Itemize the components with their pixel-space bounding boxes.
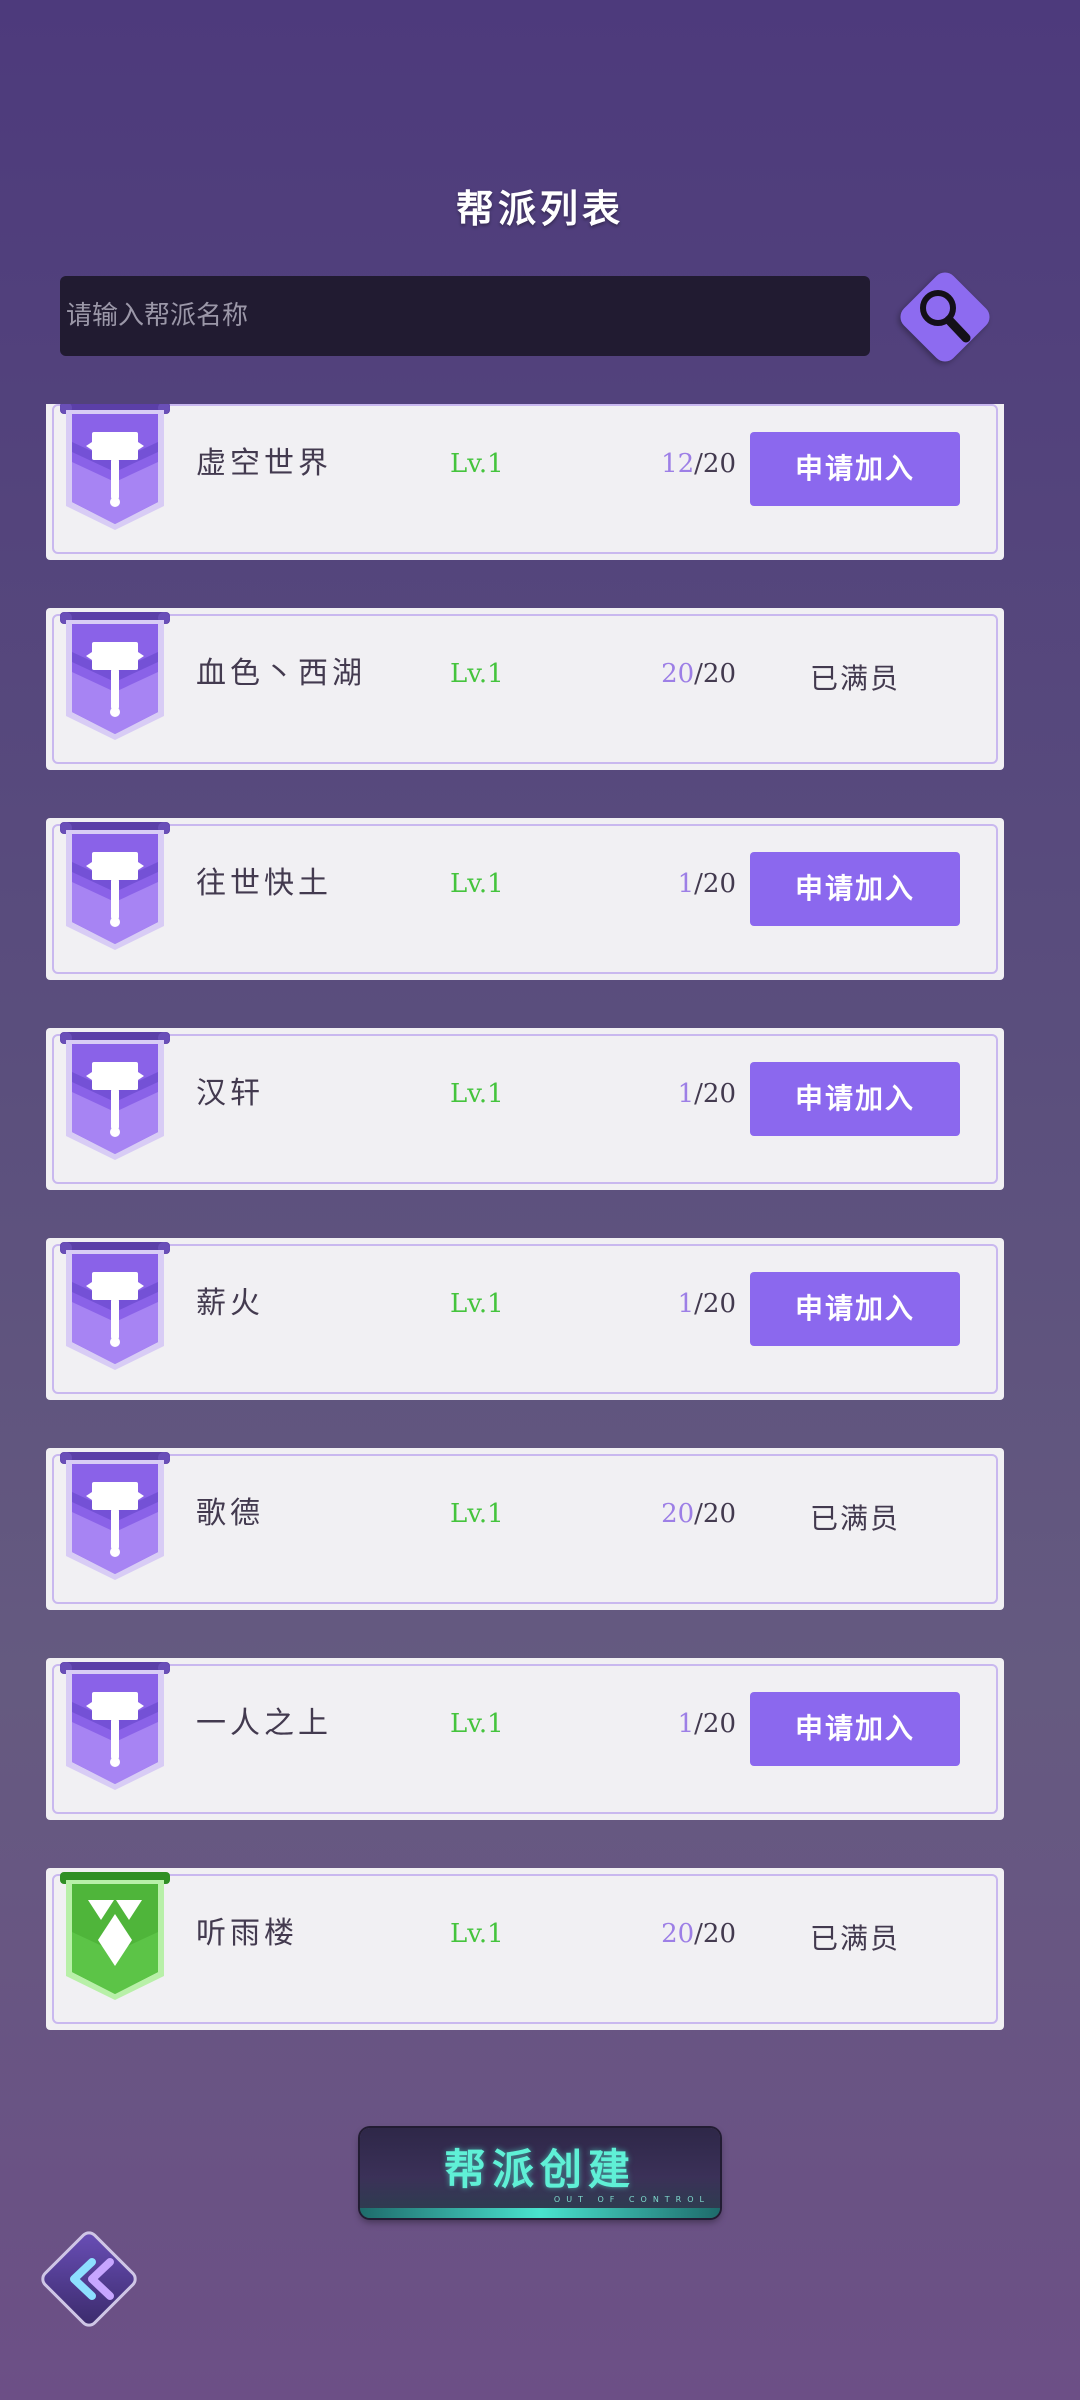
apply-join-button[interactable]: 申请加入	[750, 1272, 960, 1346]
member-current: 12	[661, 449, 695, 479]
member-current: 1	[677, 1289, 695, 1319]
search-box[interactable]	[60, 276, 870, 356]
back-button[interactable]	[30, 2220, 148, 2338]
guild-row: 听雨楼 Lv.1 20/20 已满员	[46, 1868, 1004, 2030]
member-current: 20	[661, 1499, 695, 1529]
guild-name: 虚空世界	[196, 446, 332, 481]
guild-row: 血色丶西湖 Lv.1 20/20 已满员	[46, 608, 1004, 770]
hammer-emblem-icon	[60, 404, 170, 538]
member-current: 20	[661, 659, 695, 689]
guild-full-label: 已满员	[809, 1502, 900, 1535]
hammer-emblem-icon	[60, 822, 170, 958]
hammer-emblem-icon	[60, 612, 170, 748]
hammer-emblem-icon	[60, 1452, 170, 1588]
member-current: 20	[661, 1919, 695, 1949]
apply-join-button[interactable]: 申请加入	[750, 1692, 960, 1766]
guild-name: 往世快土	[196, 866, 332, 901]
apply-join-button[interactable]: 申请加入	[750, 1062, 960, 1136]
guild-level: Lv.1	[450, 659, 504, 689]
hammer-emblem-icon	[60, 1242, 170, 1378]
guild-member-count: 20/20	[606, 1868, 736, 2030]
guild-row: 一人之上 Lv.1 1/20 申请加入	[46, 1658, 1004, 1820]
guild-name: 听雨楼	[196, 1916, 298, 1951]
guild-name: 薪火	[196, 1286, 264, 1321]
guild-level: Lv.1	[450, 1079, 504, 1109]
create-guild-subtitle: OUT OF CONTROL	[553, 2195, 710, 2204]
page-title: 帮派列表	[455, 186, 624, 231]
guild-name: 汉轩	[196, 1076, 264, 1111]
member-max: /20	[694, 659, 736, 689]
member-current: 1	[677, 1709, 695, 1739]
guild-level: Lv.1	[450, 1709, 504, 1739]
create-guild-button[interactable]: 帮派创建 OUT OF CONTROL	[360, 2128, 720, 2218]
member-max: /20	[694, 449, 736, 479]
guild-level: Lv.1	[450, 869, 504, 899]
guild-row: 往世快土 Lv.1 1/20 申请加入	[46, 818, 1004, 980]
create-guild-label: 帮派创建	[443, 2145, 636, 2194]
guild-level: Lv.1	[450, 1499, 504, 1529]
double-chevron-left-icon	[41, 2231, 137, 2327]
guild-member-count: 1/20	[606, 1658, 736, 1820]
guild-row: 虚空世界 Lv.1 12/20 申请加入	[46, 404, 1004, 560]
search-button[interactable]	[894, 266, 996, 368]
guild-name: 血色丶西湖	[196, 656, 366, 691]
guild-level: Lv.1	[450, 1289, 504, 1319]
member-max: /20	[694, 1919, 736, 1949]
search-input[interactable]	[60, 276, 870, 356]
guild-level: Lv.1	[450, 449, 504, 479]
guild-row: 歌德 Lv.1 20/20 已满员	[46, 1448, 1004, 1610]
guild-member-count: 1/20	[606, 1028, 736, 1190]
hammer-emblem-icon	[60, 1032, 170, 1168]
member-max: /20	[694, 1709, 736, 1739]
apply-join-button[interactable]: 申请加入	[750, 432, 960, 506]
guild-member-count: 20/20	[606, 608, 736, 770]
guild-member-count: 20/20	[606, 1448, 736, 1610]
member-max: /20	[694, 1079, 736, 1109]
guild-member-count: 1/20	[606, 1238, 736, 1400]
guild-member-count: 12/20	[606, 404, 736, 560]
guild-level: Lv.1	[450, 1919, 504, 1949]
guild-member-count: 1/20	[606, 818, 736, 980]
member-max: /20	[694, 1289, 736, 1319]
magnifier-icon	[920, 290, 971, 343]
member-max: /20	[694, 869, 736, 899]
guild-full-label: 已满员	[809, 1922, 900, 1955]
hammer-emblem-icon	[60, 1662, 170, 1798]
member-current: 1	[677, 869, 695, 899]
diamond-emblem-icon	[60, 1872, 170, 2008]
member-current: 1	[677, 1079, 695, 1109]
guild-name: 一人之上	[196, 1706, 332, 1741]
create-guild-glow	[360, 2208, 720, 2218]
guild-full-label: 已满员	[809, 662, 900, 695]
guild-row: 汉轩 Lv.1 1/20 申请加入	[46, 1028, 1004, 1190]
guild-name: 歌德	[196, 1496, 264, 1531]
member-max: /20	[694, 1499, 736, 1529]
guild-row: 薪火 Lv.1 1/20 申请加入	[46, 1238, 1004, 1400]
guild-list[interactable]: 虚空世界 Lv.1 12/20 申请加入 血色丶西湖 Lv.1 20/20 已满…	[46, 404, 1004, 2044]
apply-join-button[interactable]: 申请加入	[750, 852, 960, 926]
